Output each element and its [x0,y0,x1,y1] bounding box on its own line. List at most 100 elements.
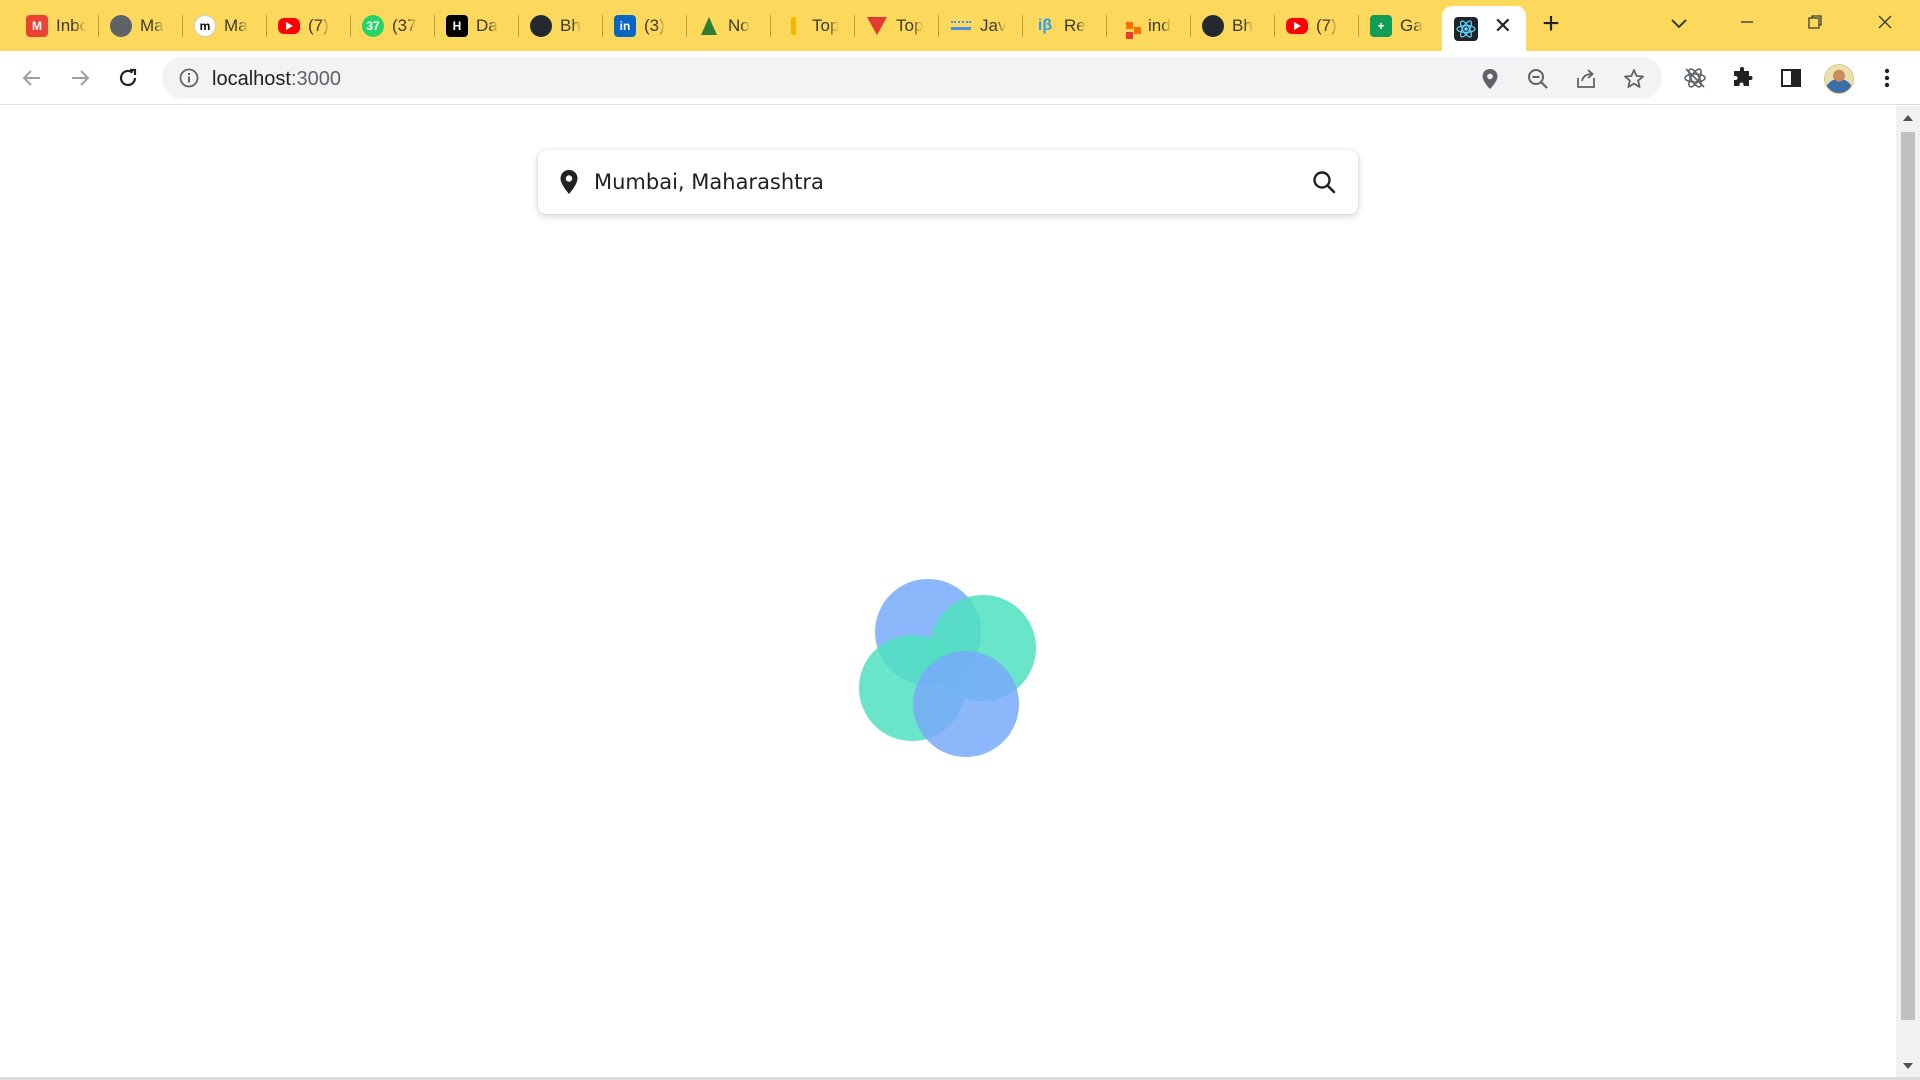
tab-title: (7) [1316,15,1337,35]
search-button[interactable] [1310,168,1338,196]
url-host: localhost [212,68,291,90]
loading-spinner [855,579,1045,769]
extensions-button[interactable] [1730,65,1756,91]
tab-strip: M Inbox MamMa (7) 37 (37 H Da Bh in(3) No Top Top Jav… [0,0,1920,51]
location-button[interactable] [1478,67,1502,91]
reload-icon [119,68,137,87]
tab-search-button[interactable] [1666,10,1692,36]
pieces-icon [1118,15,1140,37]
side-panel-button[interactable] [1778,65,1804,91]
forward-button[interactable] [66,64,94,92]
browser-tab[interactable]: M Inbox [14,6,98,45]
location-search-bar [538,150,1358,214]
globe-icon [110,14,132,37]
back-button[interactable] [18,64,46,92]
gmail-icon: M [26,14,48,37]
browser-tab[interactable]: Bh [518,6,602,45]
zoom-button[interactable] [1526,67,1550,91]
location-search-input[interactable] [592,162,1282,202]
github-icon [530,14,552,37]
reload-button[interactable] [114,64,142,92]
scrollbar-thumb[interactable] [1901,132,1915,1020]
profile-avatar[interactable] [1824,64,1854,94]
close-tab-icon[interactable]: ✕ [1494,15,1512,37]
scroll-up-arrow[interactable] [1903,115,1913,121]
hackerrank-icon: H [446,14,468,37]
scroll-down-arrow[interactable] [1903,1063,1913,1069]
close-icon [1878,15,1892,29]
minimize-icon [1741,21,1753,23]
triangle-logo-icon [866,15,888,37]
minimize-button[interactable] [1724,8,1770,36]
browser-tab[interactable]: H Da [434,6,518,45]
browser-tab[interactable]: in (3) [602,6,686,45]
tab-title: No [728,15,750,35]
search-icon [1313,171,1336,194]
side-panel-icon [1781,69,1801,87]
browser-tab[interactable]: Jav [938,6,1022,45]
arrow-right-icon [72,70,90,86]
browser-tab[interactable]: No [686,6,770,45]
tab-title: Bh [1232,15,1253,35]
browser-tab[interactable]: Ma [98,6,182,45]
address-url[interactable]: localhost:3000 [212,68,341,91]
react-icon [1454,16,1478,41]
url-port: :3000 [290,68,341,90]
page-content [0,106,1896,1078]
browser-tab[interactable]: ind [1106,6,1190,45]
tab-title: Da [476,15,498,35]
browser-tab[interactable]: (7) [266,6,350,45]
zoom-out-icon [1528,69,1548,89]
react-devtools-button[interactable] [1682,65,1708,91]
close-window-button[interactable] [1862,8,1908,36]
browser-tab[interactable]: Top [770,6,854,45]
active-browser-tab[interactable]: ✕ [1442,6,1526,51]
tab-title: Top [812,15,840,35]
menu-button[interactable] [1874,65,1900,91]
loader-circle [913,651,1019,757]
youtube-icon [278,17,300,34]
browser-tab[interactable]: m Ma [182,6,266,45]
linkedin-icon: in [614,14,636,37]
tab-title: Re [1064,15,1086,35]
youtube-icon [1286,17,1308,34]
chat-badge-icon: 37 [362,14,384,37]
tab-title: Inbox [56,15,86,35]
browser-tab[interactable]: Bh [1190,6,1274,45]
restore-icon [1808,15,1822,29]
browser-tab[interactable]: 37 (37 [350,6,434,45]
java-icon [950,15,972,37]
github-icon [1202,14,1224,37]
info-icon[interactable] [178,67,200,89]
map-pin-icon [560,170,578,194]
tab-title: Ma [140,15,164,35]
share-icon [1577,69,1595,88]
candle-icon [782,15,804,37]
browser-tab[interactable]: (7) [1274,6,1358,45]
tab-title: Top [896,15,924,35]
tab-title: (7) [308,15,329,35]
browser-tab[interactable]: + Ga [1358,6,1442,45]
more-vertical-icon [1884,68,1890,88]
new-tab-button[interactable]: + [1536,9,1566,40]
chevron-down-icon [1671,19,1687,29]
location-pin-icon [1482,69,1498,89]
browser-tab[interactable]: iβ Re [1022,6,1106,45]
tab-title: Ma [224,15,248,35]
tab-title: Jav [980,15,1007,35]
tab-title: (37 [392,15,417,35]
tree-icon [698,15,720,37]
tab-title: Ga [1400,15,1423,35]
puzzle-icon [1734,67,1753,86]
address-bar[interactable]: localhost:3000 [162,57,1662,99]
arrow-left-icon [22,70,40,86]
bug-icon [1684,68,1706,88]
bookmark-button[interactable] [1622,67,1646,91]
plus-square-icon: + [1370,14,1392,37]
restore-button[interactable] [1792,8,1838,36]
beta-icon: iβ [1037,16,1053,34]
share-button[interactable] [1574,67,1598,91]
page-scrollbar[interactable] [1896,106,1920,1078]
tab-title: Bh [560,15,581,35]
browser-tab[interactable]: Top [854,6,938,45]
